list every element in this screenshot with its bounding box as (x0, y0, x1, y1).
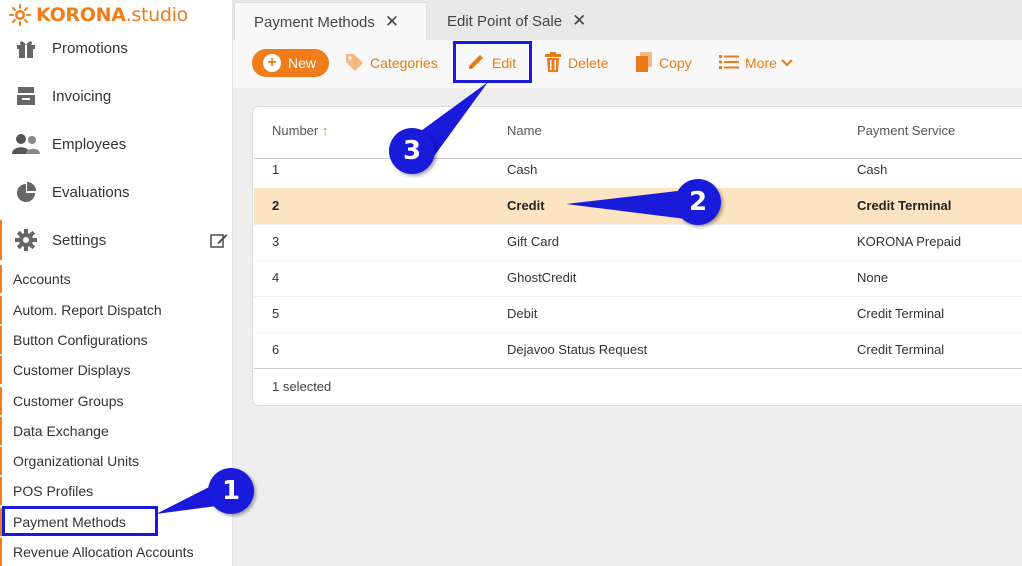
settings-item-data-exchange[interactable]: Data Exchange (0, 417, 232, 445)
settings-item-label: Organizational Units (13, 453, 140, 469)
settings-item-customer-displays[interactable]: Customer Displays (0, 356, 232, 384)
chevron-down-icon (781, 55, 793, 71)
annotation-highlight-edit (453, 41, 532, 83)
main-content: Number ↑ Name Payment Service 1 Cash Cas… (233, 88, 1022, 566)
tab-payment-methods[interactable]: Payment Methods ✕ (234, 2, 427, 41)
cell-number: 3 (272, 234, 280, 249)
table-footer: 1 selected (254, 368, 1022, 405)
cell-payment-service: Credit Terminal (857, 306, 945, 321)
nav-label: Settings (52, 231, 107, 249)
nav-evaluations[interactable]: Evaluations (0, 172, 232, 212)
cell-number: 4 (272, 270, 280, 285)
table-row[interactable]: 6 Dejavoo Status Request Credit Terminal (254, 332, 1022, 368)
cell-payment-service: KORONA Prepaid (857, 234, 962, 249)
cell-number: 1 (272, 162, 280, 177)
korona-logo[interactable]: KORONA.studio (8, 2, 188, 28)
settings-item-label: Autom. Report Dispatch (13, 302, 162, 318)
table-row-selected[interactable]: 2 Credit Credit Terminal (254, 188, 1022, 225)
cell-name: Debit (507, 306, 538, 321)
close-icon[interactable]: ✕ (385, 12, 399, 32)
nav-label: Invoicing (52, 87, 112, 105)
settings-item-label: Data Exchange (13, 423, 109, 439)
toolbar: + New Categories Edit Delete Copy More (233, 40, 1022, 88)
nav-invoicing[interactable]: Invoicing (0, 76, 232, 116)
nav-label: Employees (52, 135, 127, 153)
copy-button[interactable]: Copy (635, 48, 692, 78)
delete-button[interactable]: Delete (544, 48, 608, 78)
cell-name: Credit (507, 198, 545, 213)
callout-badge-2: 2 (675, 179, 721, 225)
settings-item-label: Button Configurations (13, 332, 148, 348)
settings-item-pos-profiles[interactable]: POS Profiles (0, 477, 232, 505)
settings-item-button-configurations[interactable]: Button Configurations (0, 326, 232, 354)
list-icon (719, 54, 739, 73)
gift-icon (12, 34, 40, 62)
nav-settings[interactable]: Settings (0, 220, 232, 260)
cell-name: Dejavoo Status Request (507, 342, 648, 357)
cell-number: 6 (272, 342, 280, 357)
settings-item-revenue-allocation-accounts[interactable]: Revenue Allocation Accounts (0, 538, 232, 566)
settings-item-label: Accounts (13, 271, 71, 287)
cell-name: Cash (507, 162, 538, 177)
categories-button[interactable]: Categories (344, 48, 438, 78)
sun-logo-icon (9, 4, 31, 26)
settings-item-label: POS Profiles (13, 483, 94, 499)
cell-payment-service: Credit Terminal (857, 198, 952, 213)
callout-badge-1: 1 (208, 468, 254, 514)
table-row[interactable]: 1 Cash Cash (254, 152, 1022, 189)
table-row[interactable]: 5 Debit Credit Terminal (254, 296, 1022, 333)
cell-number: 2 (272, 198, 280, 213)
new-button[interactable]: + New (252, 49, 329, 77)
cash-register-icon (12, 82, 40, 110)
close-icon[interactable]: ✕ (572, 11, 586, 31)
tab-bar: Payment Methods ✕ Edit Point of Sale ✕ (233, 0, 1022, 41)
annotation-highlight-payment-methods (2, 506, 158, 536)
people-icon (12, 130, 40, 158)
settings-item-customer-groups[interactable]: Customer Groups (0, 387, 232, 415)
tab-label: Payment Methods (254, 13, 375, 31)
trash-icon (544, 51, 562, 75)
copy-label: Copy (659, 55, 692, 71)
column-header-label: Payment Service (857, 123, 956, 138)
payment-methods-table: Number ↑ Name Payment Service 1 Cash Cas… (252, 106, 1022, 406)
settings-item-label: Revenue Allocation Accounts (13, 544, 194, 560)
table-row[interactable]: 3 Gift Card KORONA Prepaid (254, 224, 1022, 261)
settings-item-organizational-units[interactable]: Organizational Units (0, 447, 232, 475)
settings-item-accounts[interactable]: Accounts (0, 265, 232, 293)
tab-edit-point-of-sale[interactable]: Edit Point of Sale ✕ (428, 2, 608, 40)
categories-label: Categories (370, 55, 438, 71)
tab-label: Edit Point of Sale (447, 12, 563, 30)
cell-payment-service: Credit Terminal (857, 342, 945, 357)
sidebar: KORONA.studio Promotions Invoicing Emplo… (0, 0, 233, 566)
column-header-label: Number (272, 123, 319, 138)
cell-name: Gift Card (507, 234, 560, 249)
settings-item-label: Customer Groups (13, 393, 124, 409)
plus-icon: + (263, 54, 281, 72)
more-button[interactable]: More (719, 48, 793, 78)
settings-item-label: Customer Displays (13, 362, 131, 378)
nav-employees[interactable]: Employees (0, 124, 232, 164)
table-row[interactable]: 4 GhostCredit None (254, 260, 1022, 297)
cell-payment-service: Cash (857, 162, 888, 177)
copy-icon (635, 51, 653, 75)
cell-number: 5 (272, 306, 280, 321)
gear-icon (12, 226, 40, 254)
nav-label: Evaluations (52, 183, 130, 201)
delete-label: Delete (568, 55, 609, 71)
edit-settings-icon[interactable] (210, 231, 228, 254)
brand-name: KORONA.studio (36, 4, 188, 26)
nav-label: Promotions (52, 39, 128, 57)
more-label: More (745, 55, 777, 71)
callout-badge-3: 3 (389, 128, 435, 174)
selection-count: 1 selected (272, 379, 332, 394)
settings-item-autom-report-dispatch[interactable]: Autom. Report Dispatch (0, 296, 232, 324)
tag-icon (344, 52, 364, 75)
sort-ascending-icon: ↑ (321, 123, 329, 138)
cell-payment-service: None (857, 270, 889, 285)
cell-name: GhostCredit (507, 270, 577, 285)
column-header-label: Name (507, 123, 542, 138)
pie-chart-icon (12, 178, 40, 206)
new-button-label: New (288, 55, 317, 71)
nav-promotions[interactable]: Promotions (0, 28, 232, 68)
